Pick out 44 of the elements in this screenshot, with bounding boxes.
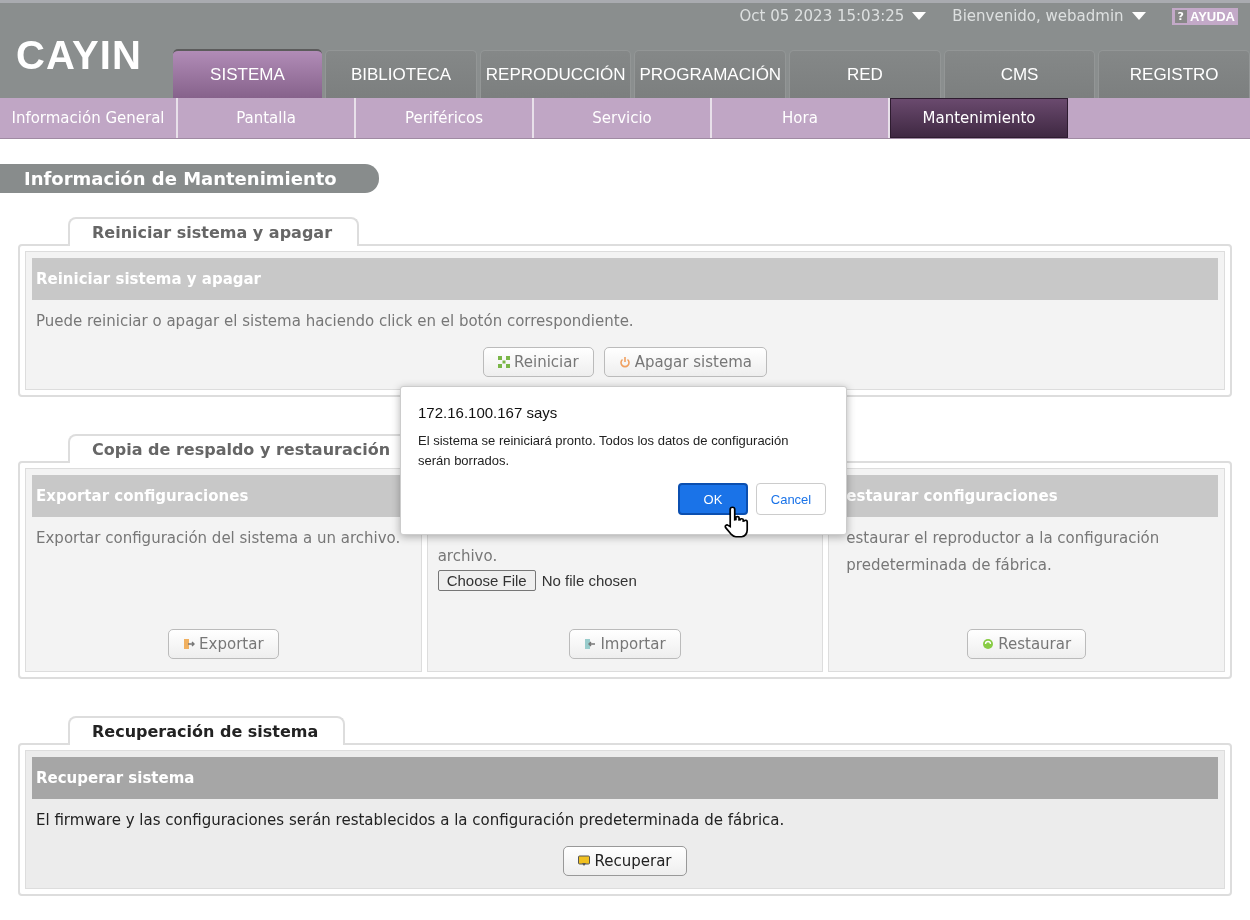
nav-tab[interactable]: BIBLIOTECA	[325, 50, 477, 98]
description-text: archivo.	[436, 546, 499, 567]
welcome-text: Bienvenido, webadmin	[952, 7, 1124, 25]
dialog-title: 172.16.100.167 says	[418, 404, 559, 421]
dialog-message: El sistema se reiniciará pronto. Todos los datos de configuración serán borrados.	[418, 432, 790, 470]
caret-icon[interactable]	[1131, 12, 1146, 20]
nav-tab[interactable]: RED	[789, 50, 941, 98]
subnav-tab[interactable]: Periféricos	[356, 98, 534, 138]
date-time: Oct 05 2023 15:03:25	[739, 7, 905, 25]
action-button[interactable]: Apagar sistema	[603, 347, 767, 377]
choose-file-button[interactable]: Choose File	[437, 570, 536, 591]
action-button[interactable]: Exportar	[168, 629, 279, 659]
subnav-tab[interactable]: Información General	[0, 98, 178, 138]
description-text: El firmware y las configuraciones serán restablecidos a la configuración predeterminada de fábrica.	[35, 810, 786, 831]
nav-tab[interactable]: SISTEMA	[172, 49, 323, 98]
nav-tab[interactable]: PROGRAMACIÓN	[634, 50, 787, 98]
caret-icon[interactable]	[912, 12, 927, 20]
action-button[interactable]: Restaurar	[967, 629, 1087, 659]
subnav-tab[interactable]: Servicio	[534, 98, 712, 138]
help-label: AYUDA	[1189, 8, 1235, 24]
help-icon: ?	[1174, 9, 1187, 23]
nav-tab[interactable]: CMS	[943, 50, 1096, 98]
nav-tab[interactable]: REGISTRO	[1098, 50, 1250, 98]
logo: CAYIN	[15, 35, 143, 75]
arrow-icon	[584, 638, 597, 650]
arrow-icon	[183, 638, 196, 650]
description-text: estaurar el reproductor a la configuración predeterminada de fábrica.	[845, 528, 1161, 576]
subnav-tab[interactable]: Pantalla	[178, 98, 356, 138]
action-button[interactable]: Reiniciar	[483, 347, 594, 377]
power-icon	[618, 356, 631, 368]
description-text: Puede reiniciar o apagar el sistema haciendo click en el botón correspondiente.	[35, 311, 635, 332]
file-status: No file chosen	[541, 572, 637, 589]
action-button[interactable]: Recuperar	[563, 846, 687, 876]
cancel-button[interactable]: Cancel	[756, 483, 826, 515]
subnav-tab[interactable]: Mantenimiento	[890, 98, 1068, 138]
description-text: Exportar configuración del sistema a un archivo.	[35, 528, 402, 549]
grid-icon	[498, 356, 511, 368]
screen-icon	[578, 855, 591, 867]
page-title: Información de Mantenimiento	[0, 164, 379, 193]
nav-tab[interactable]: REPRODUCCIÓN	[479, 50, 632, 98]
help-link[interactable]: ? AYUDA	[1171, 7, 1238, 25]
panel-header: Recuperar sistema	[32, 757, 1218, 799]
action-button[interactable]: Importar	[569, 629, 681, 659]
ok-button[interactable]: OK	[678, 483, 748, 515]
